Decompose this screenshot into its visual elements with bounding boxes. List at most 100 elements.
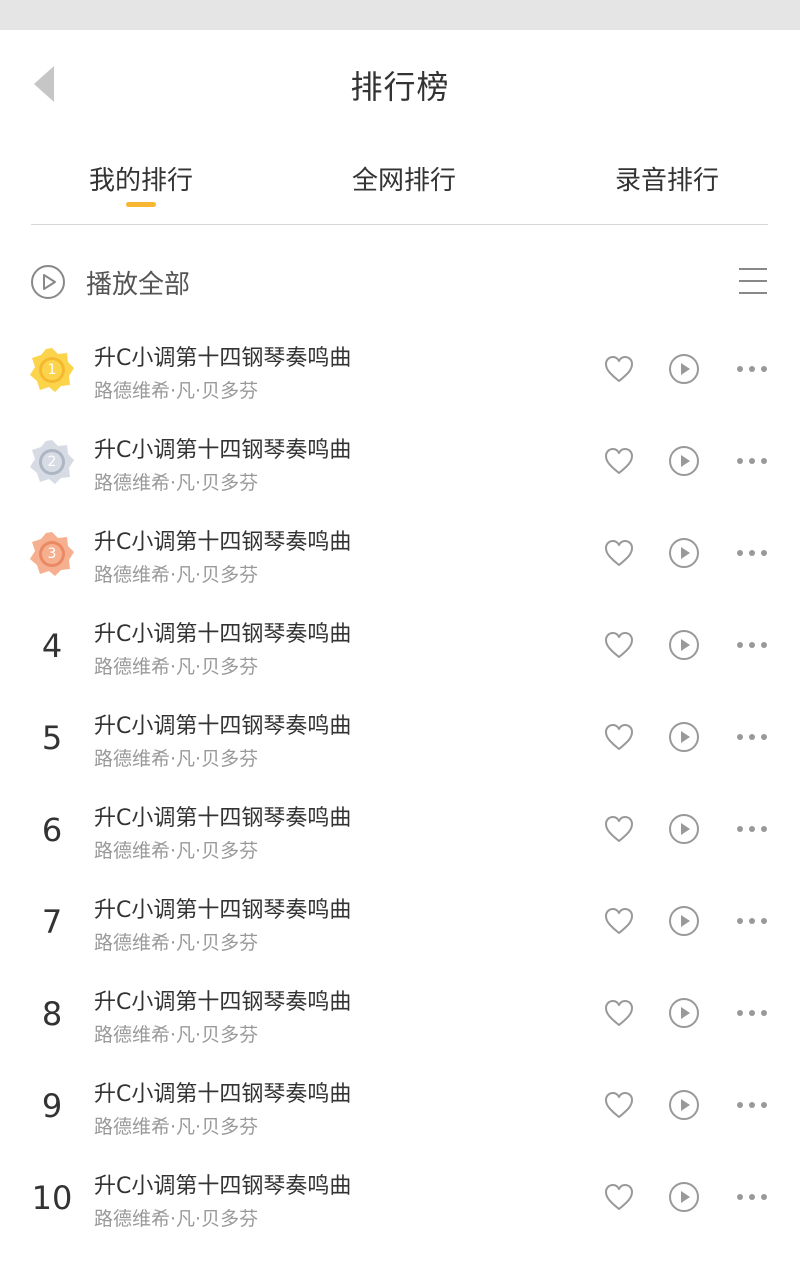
tab-label: 录音排行 (614, 166, 719, 196)
heart-icon (605, 1184, 633, 1210)
song-row[interactable]: 7 升C小调第十四钢琴奏鸣曲 路德维希·凡·贝多芬 (0, 876, 800, 968)
heart-icon (605, 816, 633, 842)
more-button[interactable] (734, 906, 770, 936)
like-button[interactable] (603, 1090, 635, 1120)
more-button[interactable] (734, 1182, 770, 1212)
play-circle-icon (669, 538, 699, 568)
song-title: 升C小调第十四钢琴奏鸣曲 (94, 438, 352, 463)
play-button[interactable] (668, 721, 700, 753)
song-row[interactable]: 6 升C小调第十四钢琴奏鸣曲 路德维希·凡·贝多芬 (0, 784, 800, 876)
like-button[interactable] (603, 814, 635, 844)
play-all-button[interactable]: 播放全部 (30, 262, 190, 302)
play-all-label: 播放全部 (86, 269, 191, 300)
tab-recording-ranking[interactable]: 录音排行 (596, 158, 738, 208)
like-button[interactable] (603, 998, 635, 1028)
heart-icon (605, 1000, 633, 1026)
play-circle-icon (669, 630, 699, 660)
song-title: 升C小调第十四钢琴奏鸣曲 (94, 898, 352, 923)
play-button[interactable] (668, 1089, 700, 1121)
more-button[interactable] (734, 538, 770, 568)
play-button[interactable] (668, 813, 700, 845)
more-horizontal-icon (737, 550, 767, 556)
divider (31, 224, 768, 225)
more-button[interactable] (734, 1090, 770, 1120)
header: 排行榜 (0, 30, 800, 138)
more-horizontal-icon (737, 1102, 767, 1108)
rank-number: 4 (41, 627, 63, 665)
song-artist: 路德维希·凡·贝多芬 (94, 1208, 259, 1230)
more-horizontal-icon (737, 642, 767, 648)
play-circle-icon (669, 814, 699, 844)
like-button[interactable] (603, 906, 635, 936)
heart-icon (605, 448, 633, 474)
song-row[interactable]: 3 升C小调第十四钢琴奏鸣曲 路德维希·凡·贝多芬 (0, 508, 800, 600)
play-circle-icon (669, 1090, 699, 1120)
heart-icon (605, 356, 633, 382)
song-artist: 路德维希·凡·贝多芬 (94, 932, 259, 954)
rank-medal: 1 (20, 344, 84, 396)
rank-medal: 2 (20, 436, 84, 488)
like-button[interactable] (603, 446, 635, 476)
like-button[interactable] (603, 354, 635, 384)
status-bar (0, 0, 800, 30)
more-horizontal-icon (737, 826, 767, 832)
song-artist: 路德维希·凡·贝多芬 (94, 564, 259, 586)
song-title: 升C小调第十四钢琴奏鸣曲 (94, 806, 352, 831)
song-artist: 路德维希·凡·贝多芬 (94, 1116, 259, 1138)
more-horizontal-icon (737, 734, 767, 740)
more-button[interactable] (734, 722, 770, 752)
active-tab-indicator (126, 202, 156, 207)
more-button[interactable] (734, 998, 770, 1028)
like-button[interactable] (603, 538, 635, 568)
like-button[interactable] (603, 1182, 635, 1212)
tab-label: 我的排行 (88, 166, 193, 196)
song-artist: 路德维希·凡·贝多芬 (94, 748, 259, 770)
heart-icon (605, 908, 633, 934)
like-button[interactable] (603, 722, 635, 752)
more-button[interactable] (734, 630, 770, 660)
song-row[interactable]: 1 升C小调第十四钢琴奏鸣曲 路德维希·凡·贝多芬 (0, 324, 800, 416)
play-button[interactable] (668, 997, 700, 1029)
song-artist: 路德维希·凡·贝多芬 (94, 656, 259, 678)
play-button[interactable] (668, 905, 700, 937)
rank-number: 3 (47, 546, 57, 562)
more-button[interactable] (734, 354, 770, 384)
heart-icon (605, 632, 633, 658)
rank-medal: 3 (20, 528, 84, 580)
tab-network-ranking[interactable]: 全网排行 (333, 158, 475, 208)
play-circle-icon (669, 354, 699, 384)
like-button[interactable] (603, 630, 635, 660)
play-circle-icon (669, 1182, 699, 1212)
list-menu-icon (739, 268, 767, 294)
song-artist: 路德维希·凡·贝多芬 (94, 380, 259, 402)
rank-number: 8 (41, 995, 63, 1033)
more-button[interactable] (734, 446, 770, 476)
song-row[interactable]: 2 升C小调第十四钢琴奏鸣曲 路德维希·凡·贝多芬 (0, 416, 800, 508)
song-row[interactable]: 4 升C小调第十四钢琴奏鸣曲 路德维希·凡·贝多芬 (0, 600, 800, 692)
play-circle-icon (669, 906, 699, 936)
song-row[interactable]: 8 升C小调第十四钢琴奏鸣曲 路德维希·凡·贝多芬 (0, 968, 800, 1060)
heart-icon (605, 724, 633, 750)
play-button[interactable] (668, 1181, 700, 1213)
song-title: 升C小调第十四钢琴奏鸣曲 (94, 990, 352, 1015)
play-button[interactable] (668, 537, 700, 569)
rank-number: 6 (41, 811, 63, 849)
play-button[interactable] (668, 445, 700, 477)
play-circle-icon (669, 446, 699, 476)
song-row[interactable]: 10 升C小调第十四钢琴奏鸣曲 路德维希·凡·贝多芬 (0, 1152, 800, 1244)
play-button[interactable] (668, 629, 700, 661)
rank-number: 7 (41, 903, 63, 941)
song-row[interactable]: 9 升C小调第十四钢琴奏鸣曲 路德维希·凡·贝多芬 (0, 1060, 800, 1152)
rank-number: 10 (31, 1179, 73, 1217)
tab-my-ranking[interactable]: 我的排行 (70, 158, 212, 208)
song-row[interactable]: 5 升C小调第十四钢琴奏鸣曲 路德维希·凡·贝多芬 (0, 692, 800, 784)
rank-number: 9 (41, 1087, 63, 1125)
play-button[interactable] (668, 353, 700, 385)
heart-icon (605, 1092, 633, 1118)
heart-icon (605, 540, 633, 566)
song-title: 升C小调第十四钢琴奏鸣曲 (94, 346, 352, 371)
list-menu-button[interactable] (736, 266, 770, 296)
rank-number: 5 (41, 719, 63, 757)
song-title: 升C小调第十四钢琴奏鸣曲 (94, 622, 352, 647)
more-button[interactable] (734, 814, 770, 844)
